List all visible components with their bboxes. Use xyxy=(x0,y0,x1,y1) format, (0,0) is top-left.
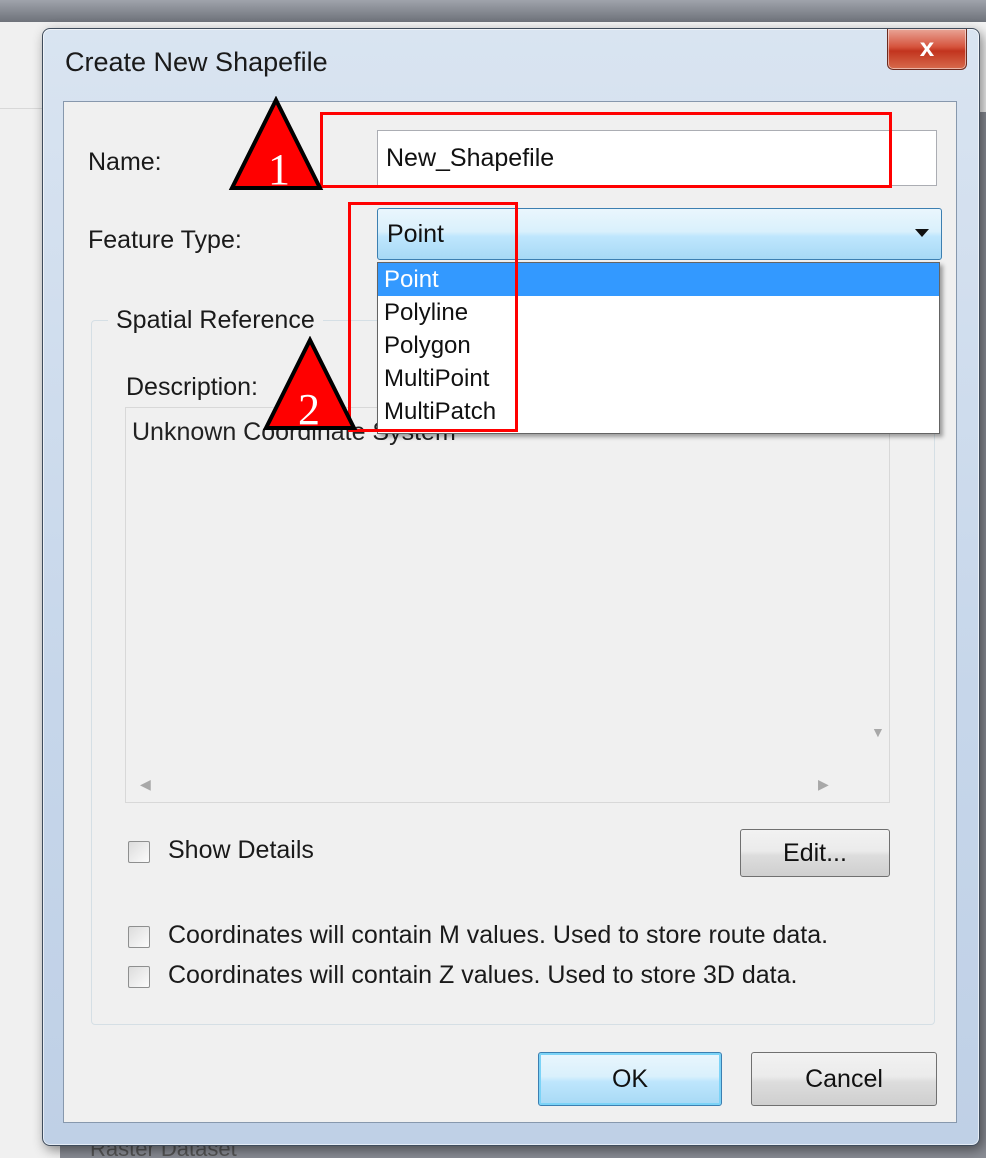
description-label: Description: xyxy=(126,373,258,401)
show-details-label: Show Details xyxy=(168,836,314,864)
annotation-number-1: 1 xyxy=(268,145,290,194)
annotation-box-1 xyxy=(320,112,892,188)
close-icon: x xyxy=(919,32,935,62)
scroll-left-icon[interactable]: ◀ xyxy=(140,776,151,793)
ok-button[interactable]: OK xyxy=(538,1052,722,1106)
m-values-label: Coordinates will contain M values. Used … xyxy=(168,921,829,949)
dialog-title: Create New Shapefile xyxy=(65,47,328,77)
show-details-checkbox[interactable] xyxy=(128,841,150,863)
m-values-checkbox[interactable] xyxy=(128,926,150,948)
z-values-checkbox[interactable] xyxy=(128,966,150,988)
z-values-label: Coordinates will contain Z values. Used … xyxy=(168,961,798,989)
scroll-right-icon[interactable]: ▶ xyxy=(818,776,829,793)
horizontal-scrollbar[interactable]: ◀ ▶ xyxy=(126,768,864,802)
edit-button[interactable]: Edit... xyxy=(740,829,890,877)
close-button[interactable]: x xyxy=(887,29,967,70)
description-textbox[interactable]: Unknown Coordinate System ▲ ▼ ◀ ▶ xyxy=(125,407,890,803)
scroll-down-icon[interactable]: ▼ xyxy=(871,724,885,740)
name-label: Name: xyxy=(88,148,162,176)
spatial-reference-title: Spatial Reference xyxy=(108,306,323,335)
feature-type-label: Feature Type: xyxy=(88,226,242,254)
annotation-box-2 xyxy=(348,202,518,432)
chevron-down-icon[interactable] xyxy=(915,229,929,237)
create-shapefile-dialog: Create New Shapefile x Name: New_Shapefi… xyxy=(42,28,980,1146)
annotation-number-2: 2 xyxy=(298,385,320,434)
vertical-scrollbar[interactable]: ▲ ▼ xyxy=(863,408,889,768)
background-titlebar xyxy=(0,0,986,22)
cancel-button[interactable]: Cancel xyxy=(751,1052,937,1106)
